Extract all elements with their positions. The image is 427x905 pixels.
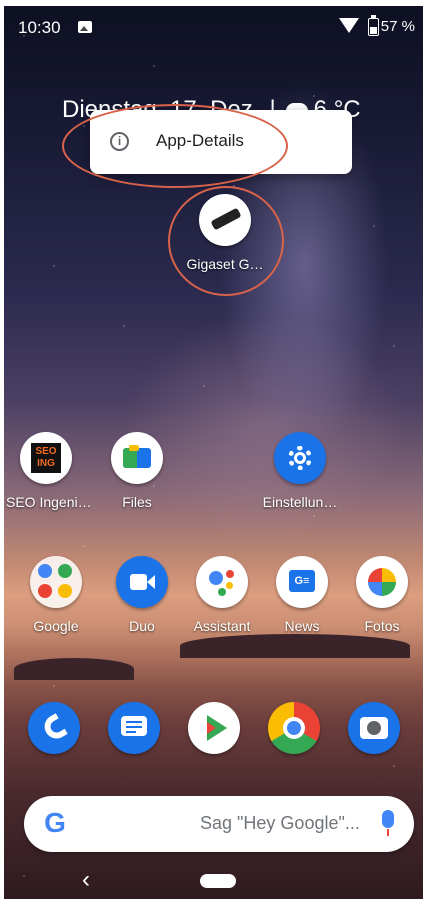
annotation-circle-popup: [62, 104, 288, 188]
clock: 10:30: [18, 18, 61, 37]
battery-percent: 57 %: [380, 18, 415, 35]
google-search-bar[interactable]: G Sag "Hey Google"...: [24, 796, 414, 852]
chrome-icon[interactable]: [268, 702, 320, 754]
app-label: News: [284, 618, 320, 634]
google-folder-icon: [30, 556, 82, 608]
app-files[interactable]: Files: [97, 432, 177, 510]
phone-icon[interactable]: [28, 702, 80, 754]
assistant-icon: [196, 556, 248, 608]
gallery-notification-icon: [78, 21, 92, 33]
battery-icon: [368, 15, 379, 36]
status-bar: 10:30 57 %: [4, 6, 423, 46]
search-hint: Sag "Hey Google"...: [200, 813, 360, 833]
files-app-icon: [111, 432, 163, 484]
app-label: Google: [33, 618, 79, 634]
app-google-folder[interactable]: Google: [16, 556, 96, 634]
messages-icon[interactable]: [108, 702, 160, 754]
app-label: SEO Ingeni…: [6, 494, 92, 510]
app-assistant[interactable]: Assistant: [182, 556, 262, 634]
seo-icon-line-1: SEO: [35, 446, 57, 457]
settings-gear-icon: [274, 432, 326, 484]
app-einstellungen[interactable]: Einstellun…: [260, 432, 340, 510]
duo-video-icon: [116, 556, 168, 608]
app-seo-ingenieur[interactable]: SEO ING SEO Ingeni…: [6, 432, 92, 510]
back-button[interactable]: ‹: [82, 866, 90, 894]
rock-left: [14, 658, 134, 680]
wifi-icon: [339, 18, 359, 33]
home-button[interactable]: [200, 874, 236, 888]
app-news[interactable]: G≡ News: [262, 556, 342, 634]
app-duo[interactable]: Duo: [102, 556, 182, 634]
app-label: Assistant: [193, 618, 251, 634]
seo-icon-line-2: ING: [37, 458, 55, 469]
microphone-icon[interactable]: [382, 810, 394, 838]
app-fotos[interactable]: Fotos: [342, 556, 422, 634]
rock-right: [180, 634, 410, 658]
google-g-icon[interactable]: G: [40, 808, 70, 838]
home-screen: 10:30 57 % Dienstag, 17. Dez.|6 °C i App…: [4, 6, 423, 899]
app-label: Files: [122, 494, 152, 510]
app-label: Duo: [129, 618, 155, 634]
annotation-circle-app: [168, 186, 284, 296]
camera-icon[interactable]: [348, 702, 400, 754]
photos-pinwheel-icon: [356, 556, 408, 608]
seo-app-icon: SEO ING: [20, 432, 72, 484]
news-icon: G≡: [276, 556, 328, 608]
app-label: Fotos: [364, 618, 400, 634]
app-label: Einstellun…: [262, 494, 338, 510]
play-store-icon[interactable]: [188, 702, 240, 754]
